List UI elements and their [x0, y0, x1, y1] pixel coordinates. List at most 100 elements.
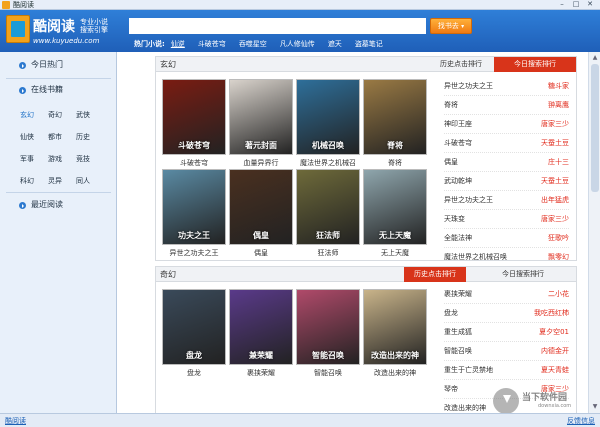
minimize-icon[interactable]: –: [556, 0, 568, 9]
book-name[interactable]: 狂法师: [292, 248, 364, 258]
category-link[interactable]: 历史: [76, 132, 90, 142]
book-card[interactable]: 斗破苍穹 斗破苍穹: [162, 79, 226, 179]
feedback-link[interactable]: 反馈信息: [567, 414, 595, 427]
ranking-title[interactable]: 天珠变: [444, 210, 465, 229]
ranking-row[interactable]: 斗破苍穹 天蚕土豆: [444, 134, 569, 153]
vertical-scrollbar[interactable]: ▲ ▼: [588, 52, 600, 413]
book-name[interactable]: 斗破苍穹: [158, 158, 230, 168]
ranking-row[interactable]: 盘龙 我吃西红柿: [444, 304, 569, 323]
book-cover[interactable]: 兼荣耀: [229, 289, 293, 365]
book-card[interactable]: 智能召唤 智能召唤: [296, 289, 360, 389]
ranking-title[interactable]: 斗破苍穹: [444, 134, 472, 153]
category-link[interactable]: 同人: [76, 176, 90, 186]
book-name[interactable]: 脊将: [359, 158, 431, 168]
search-input[interactable]: [129, 18, 426, 34]
book-cover[interactable]: 改造出来的神: [363, 289, 427, 365]
ranking-title[interactable]: 武动乾坤: [444, 172, 472, 191]
ranking-row[interactable]: 异世之功夫之王 糖斗家: [444, 77, 569, 96]
book-cover[interactable]: 无上天魔: [363, 169, 427, 245]
tab-history-rank[interactable]: 历史点击排行: [428, 57, 494, 72]
category-link[interactable]: 科幻: [20, 176, 34, 186]
ranking-title[interactable]: 重生成狐: [444, 323, 472, 342]
hot-novel-link[interactable]: 盗墓笔记: [355, 40, 383, 48]
ranking-row[interactable]: 武动乾坤 天蚕土豆: [444, 172, 569, 191]
ranking-author[interactable]: 出年猛虎: [541, 191, 569, 210]
book-card[interactable]: 脊将 脊将: [363, 79, 427, 179]
ranking-row[interactable]: 智能召唤 内德金开: [444, 342, 569, 361]
ranking-row[interactable]: 异世之功夫之王 出年猛虎: [444, 191, 569, 210]
ranking-title[interactable]: 偶皇: [444, 153, 458, 172]
ranking-title[interactable]: 琴帝: [444, 380, 458, 399]
book-cover[interactable]: 偶皇: [229, 169, 293, 245]
ranking-author[interactable]: 糖斗家: [548, 77, 569, 96]
ranking-author[interactable]: 天蚕土豆: [541, 172, 569, 191]
hot-novel-link[interactable]: 凡人修仙传: [280, 40, 315, 48]
scroll-up-icon[interactable]: ▲: [590, 53, 600, 63]
category-link[interactable]: 灵异: [48, 176, 62, 186]
ranking-row[interactable]: 神印王座 唐家三少: [444, 115, 569, 134]
sidebar-item-online-books[interactable]: 在线书籍: [0, 80, 117, 100]
ranking-author[interactable]: 庄十三: [548, 153, 569, 172]
ranking-author[interactable]: 飘零幻: [548, 248, 569, 267]
book-cover[interactable]: 功夫之王: [162, 169, 226, 245]
ranking-title[interactable]: 异世之功夫之王: [444, 77, 493, 96]
ranking-row[interactable]: 重生成狐 夏夕空01: [444, 323, 569, 342]
hot-novel-link[interactable]: 遮天: [328, 40, 342, 48]
category-link[interactable]: 仙侠: [20, 132, 34, 142]
book-cover[interactable]: 狂法师: [296, 169, 360, 245]
book-cover[interactable]: 盘龙: [162, 289, 226, 365]
book-card[interactable]: 狂法师 狂法师: [296, 169, 360, 269]
book-card[interactable]: 偶皇 偶皇: [229, 169, 293, 269]
book-name[interactable]: 异世之功夫之王: [158, 248, 230, 258]
ranking-title[interactable]: 全能法神: [444, 229, 472, 248]
ranking-row[interactable]: 天珠变 唐家三少: [444, 210, 569, 229]
book-cover[interactable]: 智能召唤: [296, 289, 360, 365]
scroll-down-icon[interactable]: ▼: [590, 402, 600, 412]
ranking-author[interactable]: 唐家三少: [541, 115, 569, 134]
ranking-author[interactable]: 夏夕空01: [539, 323, 569, 342]
book-cover[interactable]: 机械召唤: [296, 79, 360, 155]
ranking-author[interactable]: 天蚕土豆: [541, 134, 569, 153]
tab-history-rank[interactable]: 历史点击排行: [404, 267, 466, 282]
ranking-row[interactable]: 全能法神 狂歌吟: [444, 229, 569, 248]
hot-novel-link[interactable]: 仙逆: [171, 40, 185, 48]
ranking-row[interactable]: 偶皇 庄十三: [444, 153, 569, 172]
ranking-title[interactable]: 脊将: [444, 96, 458, 115]
book-name[interactable]: 偶皇: [225, 248, 297, 258]
category-link[interactable]: 都市: [48, 132, 62, 142]
ranking-title[interactable]: 神印王座: [444, 115, 472, 134]
book-card[interactable]: 改造出来的神 改造出来的神: [363, 289, 427, 389]
book-cover[interactable]: 斗破苍穹: [162, 79, 226, 155]
ranking-title[interactable]: 魔法世界之机械召唤: [444, 248, 507, 267]
maximize-icon[interactable]: □: [570, 0, 582, 9]
ranking-row[interactable]: 裹挟荣耀 二小花: [444, 285, 569, 304]
book-name[interactable]: 血量异界行: [225, 158, 297, 168]
category-link[interactable]: 游戏: [48, 154, 62, 164]
ranking-author[interactable]: 狂歌吟: [548, 229, 569, 248]
ranking-title[interactable]: 智能召唤: [444, 342, 472, 361]
ranking-title[interactable]: 改造出来的神: [444, 399, 486, 413]
book-name[interactable]: 无上天魔: [359, 248, 431, 258]
tab-today-rank[interactable]: 今日搜索排行: [494, 57, 576, 72]
book-card[interactable]: 无上天魔 无上天魔: [363, 169, 427, 269]
ranking-title[interactable]: 裹挟荣耀: [444, 285, 472, 304]
ranking-author[interactable]: 内德金开: [541, 342, 569, 361]
book-card[interactable]: 兼荣耀 裹挟荣耀: [229, 289, 293, 389]
book-card[interactable]: 盘龙 盘龙: [162, 289, 226, 389]
category-link[interactable]: 玄幻: [20, 110, 34, 120]
book-cover[interactable]: 脊将: [363, 79, 427, 155]
ranking-title[interactable]: 异世之功夫之王: [444, 191, 493, 210]
ranking-title[interactable]: 重生于亡灵禁地: [444, 361, 493, 380]
hot-novel-link[interactable]: 斗破苍穹: [198, 40, 226, 48]
book-name[interactable]: 魔法世界之机械召: [292, 158, 364, 168]
book-cover[interactable]: 著元封面: [229, 79, 293, 155]
category-link[interactable]: 武侠: [76, 110, 90, 120]
ranking-author[interactable]: 二小花: [548, 285, 569, 304]
category-link[interactable]: 军事: [20, 154, 34, 164]
scroll-thumb[interactable]: [591, 64, 599, 192]
sidebar-item-today-hot[interactable]: 今日热门: [0, 55, 117, 75]
sidebar-item-recent[interactable]: 最近阅读: [0, 195, 117, 215]
ranking-author[interactable]: 夏天青蛙: [541, 361, 569, 380]
book-name[interactable]: 改造出来的神: [359, 368, 431, 378]
ranking-author[interactable]: 我吃西红柿: [534, 304, 569, 323]
